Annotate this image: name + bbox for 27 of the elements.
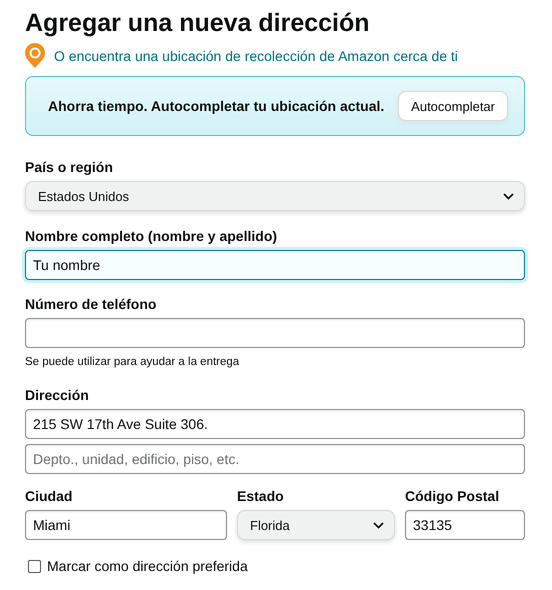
dropdown-value: Estados Unidos [38, 188, 130, 204]
input-field[interactable]: Tu nombre [25, 250, 525, 280]
chevron-down-icon [373, 522, 384, 528]
input-field[interactable]: Depto., unidad, edificio, piso, etc. [25, 444, 525, 474]
autocomplete-button[interactable]: Autocompletar [398, 91, 508, 121]
input-field[interactable] [25, 318, 525, 348]
input-field[interactable]: Miami [25, 510, 227, 540]
input-field[interactable]: 33135 [405, 510, 525, 540]
field-label: País o región [25, 159, 114, 176]
banner-text: Ahorra tiempo. Autocompletar tu ubicación actual. [48, 98, 384, 114]
field-label: Ciudad [25, 488, 74, 505]
checkbox-label: Marcar como dirección preferida [47, 558, 248, 574]
pickup-location-link[interactable]: O encuentra una ubicación de recolección de Amazon cerca de ti [54, 48, 458, 64]
dropdown[interactable]: Estados Unidos [25, 181, 525, 211]
page-title: Agregar una nueva dirección [25, 8, 371, 38]
field-label: Dirección [25, 387, 90, 404]
input-field[interactable]: 215 SW 17th Ave Suite 306. [25, 409, 525, 439]
field-label: Número de teléfono [25, 296, 158, 313]
checkbox[interactable] [28, 560, 41, 572]
chevron-down-icon [503, 192, 514, 200]
field-label: Código Postal [405, 488, 500, 505]
field-label: Estado [237, 488, 285, 505]
field-label: Nombre completo (nombre y apellido) [25, 228, 278, 245]
dropdown-value: Florida [250, 518, 290, 532]
location-pin-icon [25, 43, 45, 68]
dropdown[interactable]: Florida [237, 510, 395, 540]
hint-text: Se puede utilizar para ayudar a la entrega [25, 356, 240, 368]
